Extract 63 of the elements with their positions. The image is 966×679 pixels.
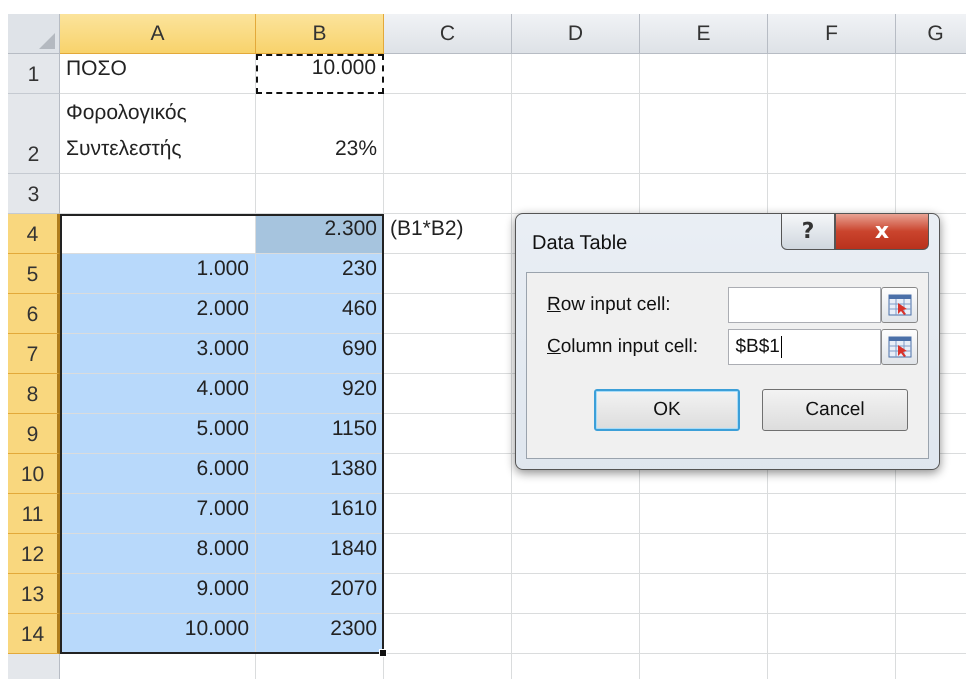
column-header[interactable]: A <box>60 14 256 54</box>
field-label: Row input cell: <box>547 294 672 316</box>
column-header[interactable]: B <box>256 14 384 54</box>
table-cell: 23% <box>256 94 384 174</box>
table-cell: 2.000 <box>60 294 256 334</box>
table-cell: 2.300 <box>256 214 384 254</box>
text-cursor <box>780 336 782 358</box>
row-header[interactable]: 10 <box>8 454 60 494</box>
help-button[interactable]: ? <box>781 214 835 250</box>
table-cell: 3.000 <box>60 334 256 374</box>
table-cell: 10.000 <box>256 54 384 94</box>
table-cell: 1150 <box>256 414 384 454</box>
column-header[interactable]: D <box>512 14 640 54</box>
table-cell: 2070 <box>256 574 384 614</box>
table-cell: 920 <box>256 374 384 414</box>
corner-triangle-icon <box>39 33 55 49</box>
table-cell: 5.000 <box>60 414 256 454</box>
table-cell: 1.000 <box>60 254 256 294</box>
row-header[interactable]: 11 <box>8 494 60 534</box>
row-header[interactable]: 9 <box>8 414 60 454</box>
table-cell: (B1*B2) <box>384 214 512 254</box>
table-cell: 1610 <box>256 494 384 534</box>
table-cell: 4.000 <box>60 374 256 414</box>
row-header[interactable]: 12 <box>8 534 60 574</box>
table-cell: 2300 <box>256 614 384 654</box>
table-cell: ΠΟΣΟ <box>60 54 256 94</box>
row-header[interactable]: 7 <box>8 334 60 374</box>
range-picker-icon <box>888 294 912 316</box>
dialog-button[interactable]: Cancel <box>762 389 908 431</box>
row-header[interactable]: 5 <box>8 254 60 294</box>
table-cell: 6.000 <box>60 454 256 494</box>
column-header[interactable]: C <box>384 14 512 54</box>
row-header[interactable]: 13 <box>8 574 60 614</box>
table-cell: 7.000 <box>60 494 256 534</box>
dialog-button[interactable]: OK <box>594 389 740 431</box>
field-label: Column input cell: <box>547 336 700 358</box>
close-button[interactable]: x <box>835 214 929 250</box>
table-cell: 690 <box>256 334 384 374</box>
table-cell: 8.000 <box>60 534 256 574</box>
row-header[interactable]: 6 <box>8 294 60 334</box>
input-field[interactable] <box>728 287 882 323</box>
range-picker-button[interactable] <box>881 287 918 323</box>
row-header[interactable]: 3 <box>8 174 60 214</box>
row-header[interactable]: 2 <box>8 94 60 174</box>
dialog-title: Data Table <box>532 232 628 255</box>
table-cell: 1840 <box>256 534 384 574</box>
range-picker-icon <box>888 336 912 358</box>
row-header[interactable]: 1 <box>8 54 60 94</box>
table-cell: 1380 <box>256 454 384 494</box>
input-field[interactable]: $B$1 <box>728 329 882 365</box>
range-picker-button[interactable] <box>881 329 918 365</box>
row-header[interactable]: 4 <box>8 214 60 254</box>
table-cell: Φορολογικός Συντελεστής <box>60 94 256 174</box>
column-header[interactable]: F <box>768 14 896 54</box>
column-header[interactable]: E <box>640 14 768 54</box>
table-cell: 230 <box>256 254 384 294</box>
table-cell: 460 <box>256 294 384 334</box>
column-header[interactable]: G <box>896 14 966 54</box>
row-header[interactable]: 14 <box>8 614 60 654</box>
table-cell: 9.000 <box>60 574 256 614</box>
table-cell: 10.000 <box>60 614 256 654</box>
fill-handle[interactable] <box>379 649 387 657</box>
row-header[interactable]: 8 <box>8 374 60 414</box>
